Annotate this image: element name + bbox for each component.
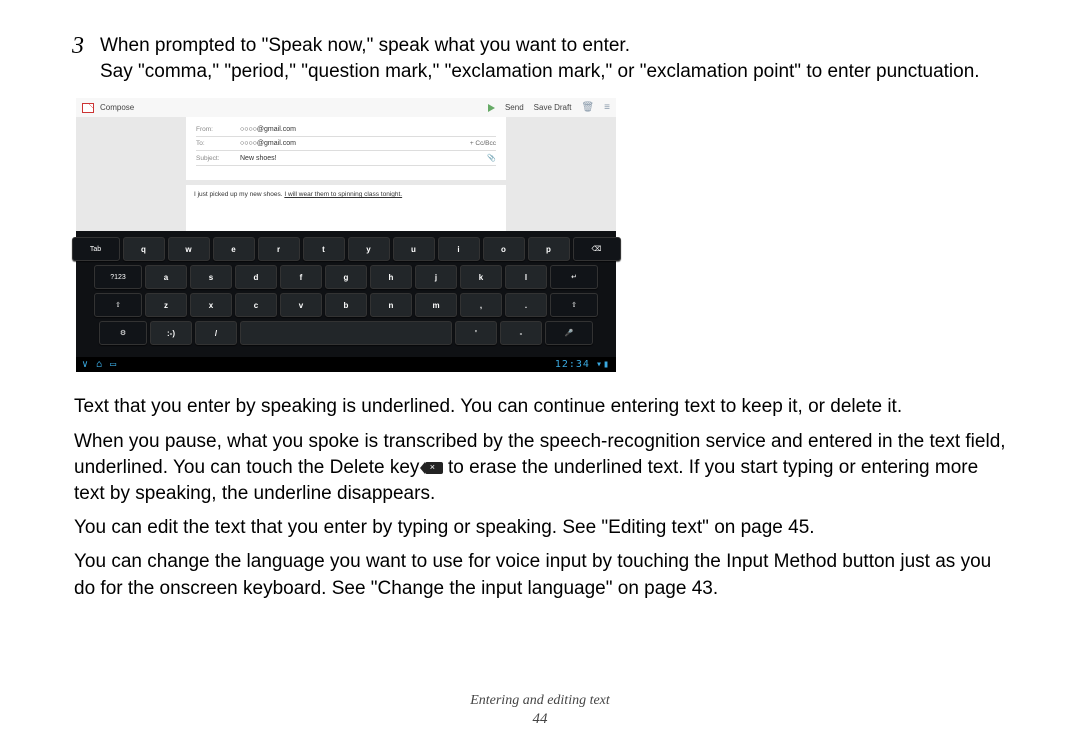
key-settings[interactable]: ⚙	[99, 321, 147, 345]
step-body: When prompted to "Speak now," speak what…	[96, 32, 980, 84]
compose-toolbar: Compose Send Save Draft 🗑 ≡	[76, 98, 616, 117]
key-dash[interactable]: -	[500, 321, 542, 345]
body-paragraphs: Text that you enter by speaking is under…	[72, 394, 1008, 602]
subject-field[interactable]: New shoes!	[240, 155, 477, 162]
para-4: You can change the language you want to …	[74, 549, 1008, 601]
key-u[interactable]: u	[393, 237, 435, 261]
key-n[interactable]: n	[370, 293, 412, 317]
key-v[interactable]: v	[280, 293, 322, 317]
key-mic[interactable]: 🎤	[545, 321, 593, 345]
section-title: Entering and editing text	[0, 693, 1080, 709]
para-1: Text that you enter by speaking is under…	[74, 394, 1008, 420]
key-c[interactable]: c	[235, 293, 277, 317]
email-body[interactable]: I just picked up my new shoes. I will we…	[186, 185, 506, 231]
send-icon[interactable]	[488, 104, 495, 112]
key-shift-right[interactable]: ⇧	[550, 293, 598, 317]
attachment-icon[interactable]: 📎	[487, 154, 496, 162]
para-2: When you pause, what you spoke is transc…	[74, 429, 1008, 508]
recent-icon[interactable]: ▭	[110, 359, 116, 370]
menu-icon[interactable]: ≡	[604, 102, 610, 113]
key-t[interactable]: t	[303, 237, 345, 261]
key-backspace[interactable]: ⌫	[573, 237, 621, 261]
page-number: 44	[0, 711, 1080, 728]
from-value: ○○○○@gmail.com	[240, 126, 496, 133]
key-w[interactable]: w	[168, 237, 210, 261]
wifi-icon: ▾▮	[596, 359, 610, 370]
from-label: From:	[196, 126, 230, 133]
key-z[interactable]: z	[145, 293, 187, 317]
key-space[interactable]	[240, 321, 452, 345]
onscreen-keyboard: Tab q w e r t y u i o p ⌫ ?123 a s d f g…	[76, 231, 616, 357]
key-smiley[interactable]: :-)	[150, 321, 192, 345]
key-s[interactable]: s	[190, 265, 232, 289]
to-field[interactable]: ○○○○@gmail.com	[240, 140, 460, 147]
key-y[interactable]: y	[348, 237, 390, 261]
key-o[interactable]: o	[483, 237, 525, 261]
key-d[interactable]: d	[235, 265, 277, 289]
key-e[interactable]: e	[213, 237, 255, 261]
home-icon[interactable]: ⌂	[96, 359, 102, 370]
body-underlined: I will wear them to spinning class tonig…	[284, 191, 402, 198]
step-line-2: Say "comma," "period," "question mark," …	[100, 61, 980, 82]
key-l[interactable]: l	[505, 265, 547, 289]
key-comma[interactable]: ,	[460, 293, 502, 317]
key-tab[interactable]: Tab	[72, 237, 120, 261]
cc-bcc-button[interactable]: + Cc/Bcc	[470, 140, 496, 147]
key-enter[interactable]: ↵	[550, 265, 598, 289]
key-x[interactable]: x	[190, 293, 232, 317]
key-f[interactable]: f	[280, 265, 322, 289]
key-a[interactable]: a	[145, 265, 187, 289]
step-line-1: When prompted to "Speak now," speak what…	[100, 35, 630, 56]
compose-label: Compose	[100, 103, 134, 112]
key-k[interactable]: k	[460, 265, 502, 289]
key-g[interactable]: g	[325, 265, 367, 289]
system-bar: ∨ ⌂ ▭ 12:34 ▾▮	[76, 357, 616, 372]
tablet-screenshot: Compose Send Save Draft 🗑 ≡ From: ○○○○@g…	[76, 98, 616, 372]
delete-key-icon	[425, 462, 443, 474]
to-label: To:	[196, 140, 230, 147]
back-icon[interactable]: ∨	[82, 359, 88, 370]
key-h[interactable]: h	[370, 265, 412, 289]
key-p[interactable]: p	[528, 237, 570, 261]
key-m[interactable]: m	[415, 293, 457, 317]
subject-label: Subject:	[196, 155, 230, 162]
send-button[interactable]: Send	[505, 103, 524, 112]
step-number: 3	[72, 32, 96, 84]
key-symbols[interactable]: ?123	[94, 265, 142, 289]
key-slash[interactable]: /	[195, 321, 237, 345]
body-plain: I just picked up my new shoes.	[194, 191, 284, 198]
key-shift-left[interactable]: ⇧	[94, 293, 142, 317]
para-3: You can edit the text that you enter by …	[74, 515, 1008, 541]
email-panel: From: ○○○○@gmail.com To: ○○○○@gmail.com …	[186, 117, 506, 180]
key-r[interactable]: r	[258, 237, 300, 261]
trash-icon[interactable]: 🗑	[581, 102, 594, 113]
key-b[interactable]: b	[325, 293, 367, 317]
save-draft-button[interactable]: Save Draft	[534, 103, 572, 112]
gmail-icon	[82, 103, 94, 113]
key-period[interactable]: .	[505, 293, 547, 317]
key-i[interactable]: i	[438, 237, 480, 261]
key-q[interactable]: q	[123, 237, 165, 261]
key-apostrophe[interactable]: '	[455, 321, 497, 345]
key-j[interactable]: j	[415, 265, 457, 289]
page-footer: Entering and editing text 44	[0, 693, 1080, 728]
clock: 12:34	[555, 359, 590, 370]
